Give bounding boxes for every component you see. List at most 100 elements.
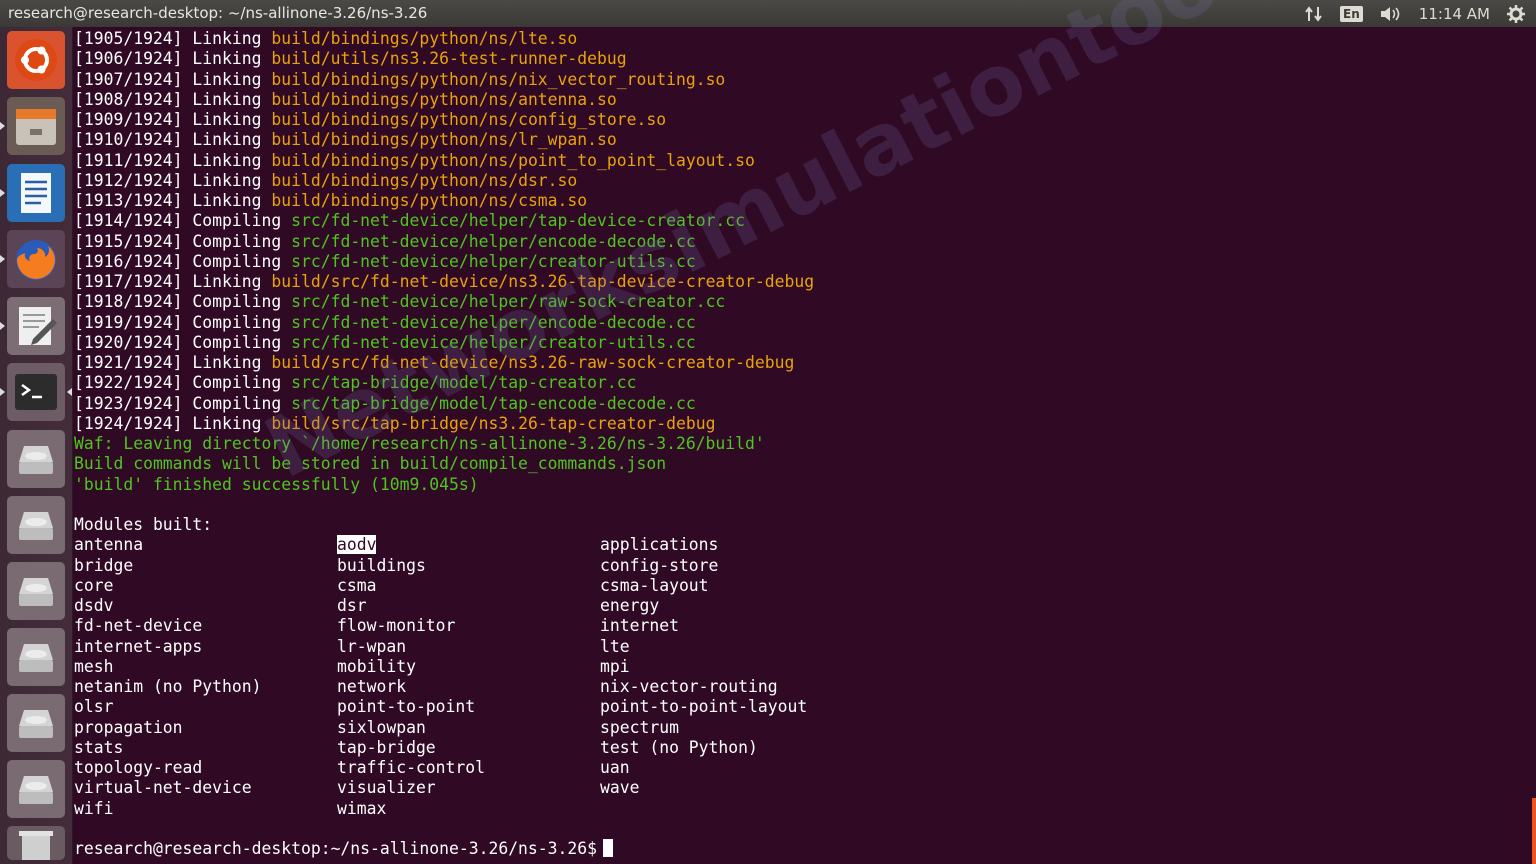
module-name: visualizer [337, 778, 600, 798]
build-file-path: src/tap-bridge/model/tap-encode-decode.c… [291, 393, 696, 413]
modules-row: wifi wimax [73, 799, 1533, 819]
module-name-text: csma [337, 575, 377, 595]
module-name: wimax [337, 799, 600, 819]
build-file-path: build/bindings/python/ns/csma.so [271, 191, 588, 210]
shell-prompt: research@research-desktop:~/ns-allinone-… [74, 839, 598, 858]
build-file-path: build/bindings/python/ns/antenna.so [271, 89, 617, 109]
module-name: mpi [600, 657, 630, 677]
gear-icon[interactable] [1506, 4, 1526, 24]
modules-row: virtual-net-device visualizer wave [73, 778, 1533, 798]
module-name: test (no Python) [600, 738, 758, 758]
build-step-label: [1917/1924] Linking [74, 272, 272, 291]
status-line: Waf: Leaving directory `/home/research/n… [74, 434, 765, 453]
trash-icon[interactable] [7, 826, 65, 860]
volume-icon[interactable] [1379, 5, 1403, 23]
build-file-path: build/bindings/python/ns/point_to_point_… [271, 150, 755, 170]
running-indicator [0, 122, 5, 130]
module-name-text: traffic-control [337, 758, 486, 777]
build-log-line: [1909/1924] Linking build/bindings/pytho… [73, 110, 1533, 130]
build-step-label: [1924/1924] Linking [74, 413, 272, 433]
build-step-label: [1909/1924] Linking [74, 110, 272, 129]
build-step-label: [1920/1924] Compiling [74, 332, 292, 352]
build-log-line: [1924/1924] Linking build/src/tap-bridge… [73, 414, 1533, 434]
module-name-text: spectrum [600, 717, 679, 737]
module-name-text: internet [600, 616, 679, 636]
module-name: point-to-point-layout [600, 697, 807, 717]
prompt-line[interactable]: research@research-desktop:~/ns-allinone-… [73, 839, 1533, 859]
build-log-line: [1923/1924] Compiling src/tap-bridge/mod… [73, 394, 1533, 414]
module-name: core [74, 576, 337, 596]
modules-row: stats tap-bridge test (no Python) [73, 738, 1533, 758]
module-name-text: network [337, 677, 407, 696]
module-name: wave [600, 778, 639, 798]
module-name: mobility [337, 657, 600, 677]
module-name-text: mesh [74, 656, 114, 676]
module-name-text: lr-wpan [337, 636, 407, 656]
module-name: fd-net-device [74, 616, 337, 636]
network-icon[interactable] [1304, 5, 1324, 23]
module-name: internet-apps [74, 637, 337, 657]
text-editor-icon[interactable] [7, 297, 65, 355]
build-file-path: build/src/fd-net-device/ns3.26-tap-devic… [271, 272, 815, 291]
module-name: flow-monitor [337, 616, 600, 636]
drive-icon[interactable] [7, 562, 65, 620]
build-file-path: src/fd-net-device/helper/encode-decode.c… [291, 312, 696, 332]
module-name-text: lte [600, 636, 630, 656]
build-file-path: build/bindings/python/ns/nix_vector_rout… [271, 69, 726, 89]
files-icon[interactable] [7, 97, 65, 155]
drive-icon[interactable] [7, 628, 65, 686]
build-step-label: [1916/1924] Compiling [74, 251, 292, 271]
build-file-path: build/src/tap-bridge/ns3.26-tap-creator-… [271, 413, 716, 433]
status-line: Build commands will be stored in build/c… [74, 454, 667, 474]
scrollbar-indicator[interactable] [1532, 798, 1536, 864]
build-file-path: src/fd-net-device/helper/encode-decode.c… [291, 231, 696, 251]
top-panel: research@research-desktop: ~/ns-allinone… [0, 0, 1536, 27]
build-step-label: [1906/1924] Linking [74, 49, 272, 69]
build-file-path: src/tap-bridge/model/tap-creator.cc [291, 373, 637, 393]
terminal-icon[interactable] [7, 363, 65, 421]
drive-icon[interactable] [7, 430, 65, 488]
drive-icon[interactable] [7, 694, 65, 752]
module-name-text: wave [600, 778, 640, 798]
build-file-path: src/fd-net-device/helper/creator-utils.c… [291, 251, 696, 271]
module-name-text: virtual-net-device [74, 778, 252, 798]
module-name-text: sixlowpan [337, 717, 426, 737]
drive-icon[interactable] [7, 760, 65, 818]
firefox-icon[interactable] [7, 230, 65, 288]
build-step-label: [1915/1924] Compiling [74, 231, 292, 251]
build-step-label: [1921/1924] Linking [74, 353, 272, 372]
modules-row: core csma csma-layout [73, 576, 1533, 596]
build-step-label: [1911/1924] Linking [74, 150, 272, 170]
modules-list: antenna aodv applications bridge buildings co… [73, 535, 1533, 819]
clock[interactable]: 11:14 AM [1419, 5, 1490, 23]
ubuntu-dash-icon[interactable] [7, 31, 65, 89]
modules-row: topology-read traffic-control uan [73, 758, 1533, 778]
module-name: network [337, 677, 600, 697]
writer-icon[interactable] [7, 164, 65, 222]
module-name: dsr [337, 596, 600, 616]
modules-row: mesh mobility mpi [73, 657, 1533, 677]
module-name-text: config-store [600, 555, 719, 575]
build-file-path: src/fd-net-device/helper/tap-device-crea… [291, 211, 746, 231]
module-name: spectrum [600, 718, 679, 738]
build-log-line: [1922/1924] Compiling src/tap-bridge/mod… [73, 373, 1533, 393]
running-indicator [0, 189, 5, 197]
build-log-line: [1916/1924] Compiling src/fd-net-device/… [73, 252, 1533, 272]
build-log-line: [1921/1924] Linking build/src/fd-net-dev… [73, 353, 1533, 373]
keyboard-language-indicator[interactable]: En [1340, 5, 1363, 22]
module-name-text: test (no Python) [600, 737, 758, 757]
module-name-text: netanim (no Python) [74, 677, 262, 696]
module-name-text: point-to-point-layout [600, 697, 808, 717]
module-name: virtual-net-device [74, 778, 337, 798]
modules-row: propagation sixlowpan spectrum [73, 718, 1533, 738]
module-name: csma [337, 576, 600, 596]
module-name-text: uan [600, 758, 630, 777]
terminal-output[interactable]: [1905/1924] Linking build/bindings/pytho… [73, 29, 1533, 864]
modules-row: antenna aodv applications [73, 535, 1533, 555]
build-log-line: [1910/1924] Linking build/bindings/pytho… [73, 130, 1533, 150]
build-log-line: [1912/1924] Linking build/bindings/pytho… [73, 171, 1533, 191]
build-log: [1905/1924] Linking build/bindings/pytho… [73, 29, 1533, 434]
drive-icon[interactable] [7, 496, 65, 554]
module-name-text: point-to-point [337, 697, 476, 717]
